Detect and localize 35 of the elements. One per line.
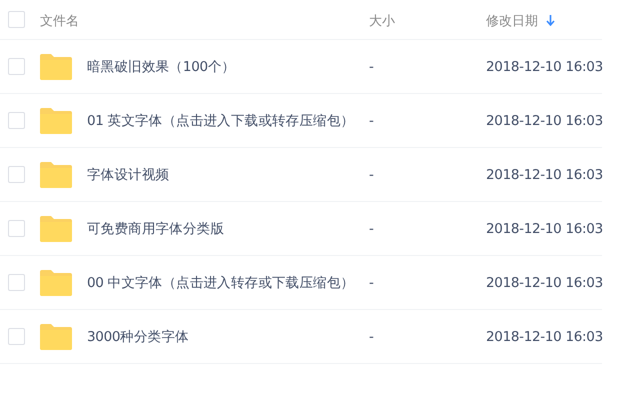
checkbox[interactable] — [8, 328, 25, 345]
checkbox[interactable] — [8, 220, 25, 237]
folder-icon — [40, 54, 72, 80]
file-size: - — [369, 58, 375, 74]
file-size: - — [369, 112, 375, 128]
modified-date: 2018-12-10 16:03 — [486, 58, 603, 74]
file-name[interactable]: 字体设计视频 — [87, 166, 369, 184]
folder-icon — [40, 324, 72, 350]
file-name[interactable]: 3000种分类字体 — [87, 328, 369, 346]
modified-date: 2018-12-10 16:03 — [486, 112, 603, 128]
file-size: - — [369, 220, 375, 236]
checkbox[interactable] — [8, 274, 25, 291]
modified-date: 2018-12-10 16:03 — [486, 274, 603, 290]
checkbox[interactable] — [8, 166, 25, 183]
folder-icon — [40, 108, 72, 134]
file-size: - — [369, 274, 375, 290]
file-name[interactable]: 可免费商用字体分类版 — [87, 220, 369, 238]
file-name[interactable]: 暗黑破旧效果（100个） — [87, 58, 369, 76]
modified-date: 2018-12-10 16:03 — [486, 328, 603, 344]
modified-date: 2018-12-10 16:03 — [486, 220, 603, 236]
sort-down-icon — [546, 15, 555, 26]
modified-date: 2018-12-10 16:03 — [486, 166, 603, 182]
folder-icon — [40, 270, 72, 296]
file-name[interactable]: 00 中文字体（点击进入转存或下载压缩包） — [87, 274, 369, 292]
checkbox[interactable] — [8, 58, 25, 75]
file-size: - — [369, 166, 375, 182]
column-header[interactable]: 大小 — [369, 12, 395, 30]
checkbox[interactable] — [8, 112, 25, 129]
column-header[interactable]: 文件名 — [40, 12, 79, 30]
file-size: - — [369, 328, 375, 344]
file-name[interactable]: 01 英文字体（点击进入下载或转存压缩包） — [87, 112, 369, 130]
folder-icon — [40, 162, 72, 188]
column-header[interactable]: 修改日期 — [486, 12, 555, 30]
checkbox[interactable] — [8, 11, 25, 28]
folder-icon — [40, 216, 72, 242]
